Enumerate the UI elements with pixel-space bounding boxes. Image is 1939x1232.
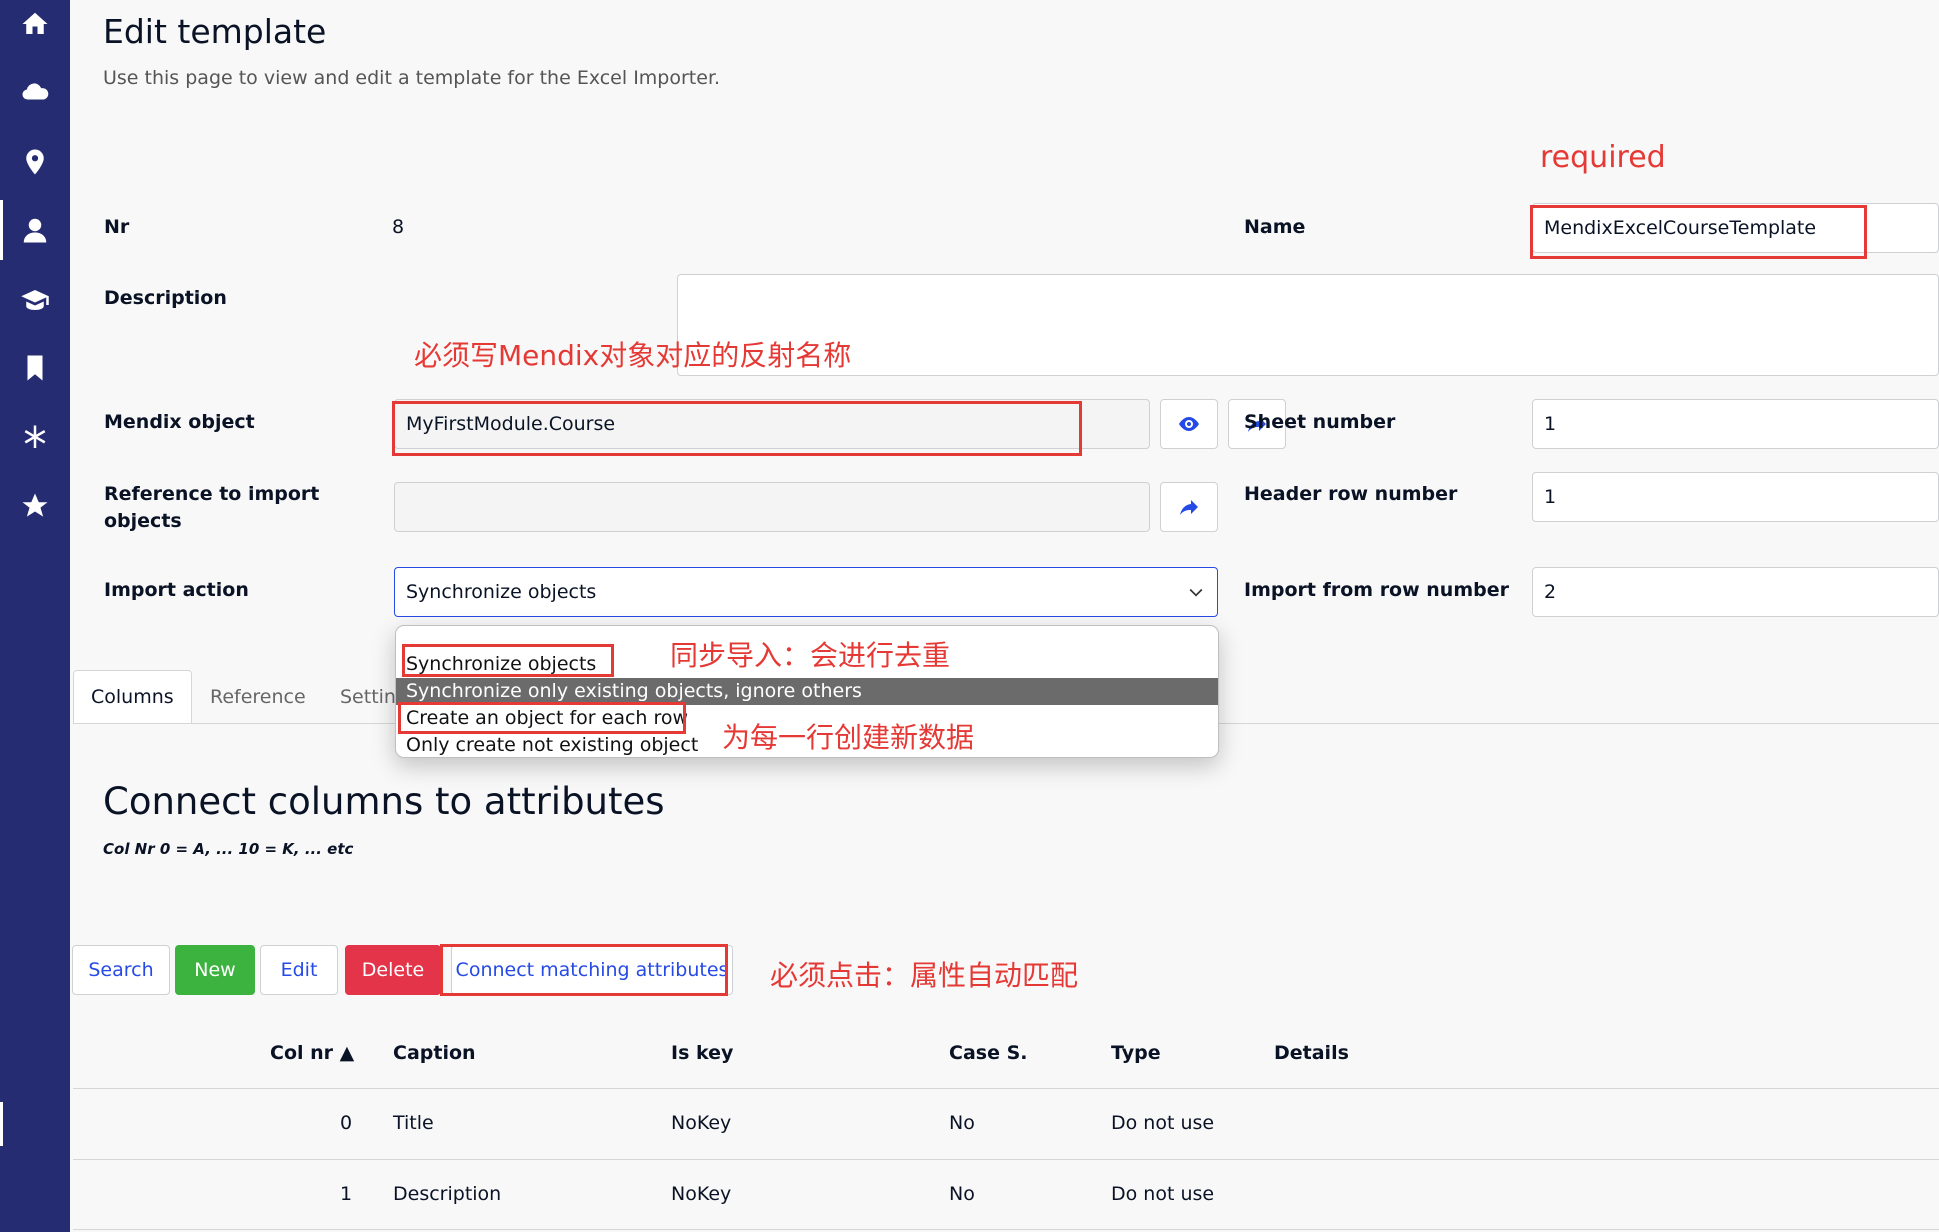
- new-button[interactable]: New: [175, 945, 255, 995]
- sidebar-item-cloud[interactable]: [0, 58, 70, 126]
- asterisk-icon: [24, 425, 46, 448]
- annotation-required: required: [1540, 140, 1666, 175]
- sidebar-item-user[interactable]: [0, 196, 70, 264]
- cell-case-s: No: [949, 1183, 975, 1205]
- header-row-input[interactable]: 1: [1532, 472, 1939, 522]
- page-title: Edit template: [103, 12, 327, 51]
- reference-input[interactable]: [394, 482, 1150, 532]
- row-divider: [73, 1229, 1939, 1230]
- column-header-case-s[interactable]: Case S.: [949, 1042, 1027, 1064]
- import-action-label: Import action: [104, 579, 249, 601]
- sheet-number-label: Sheet number: [1244, 411, 1396, 433]
- search-button[interactable]: Search: [72, 945, 170, 995]
- sidebar-item-bookmarks[interactable]: [0, 334, 70, 402]
- import-from-row-label: Import from row number: [1244, 579, 1509, 601]
- name-label: Name: [1244, 216, 1306, 238]
- import-action-select[interactable]: Synchronize objects: [394, 567, 1218, 617]
- sidebar-item-settings[interactable]: [0, 404, 70, 472]
- connect-matching-attributes-button[interactable]: Connect matching attributes: [451, 945, 733, 995]
- cell-type: Do not use: [1111, 1183, 1215, 1205]
- sidebar-item-courses[interactable]: [0, 266, 70, 334]
- user-icon: [23, 218, 47, 243]
- chevron-down-icon: [1189, 588, 1203, 597]
- sidebar-indicator: [0, 1102, 3, 1146]
- home-icon: [22, 12, 48, 34]
- annotation-reflection-name: 必须写Mendix对象对应的反射名称: [414, 339, 852, 372]
- header-row-label: Header row number: [1244, 483, 1458, 505]
- cell-col-nr: 1: [340, 1183, 353, 1205]
- annotation-sync-import: 同步导入：会进行去重: [670, 639, 951, 672]
- cell-type: Do not use: [1111, 1112, 1215, 1134]
- share-arrow-icon: [1180, 500, 1198, 515]
- column-header-caption[interactable]: Caption: [393, 1042, 476, 1064]
- nr-label: Nr: [104, 216, 130, 238]
- cell-is-key: NoKey: [671, 1183, 732, 1205]
- cell-caption: Description: [393, 1183, 502, 1205]
- eye-icon: [1179, 417, 1199, 431]
- dropdown-option-synchronize-existing[interactable]: Synchronize only existing objects, ignor…: [396, 678, 1218, 705]
- column-header-col-nr[interactable]: Col nr ▲: [270, 1042, 354, 1064]
- import-from-row-value: 2: [1544, 581, 1557, 603]
- sidebar: [0, 0, 70, 1232]
- select-reference-button[interactable]: [1160, 482, 1218, 532]
- bookmark-icon: [27, 355, 43, 381]
- tab-reference[interactable]: Reference: [210, 670, 306, 724]
- section-title: Connect columns to attributes: [103, 780, 665, 823]
- edit-button[interactable]: Edit: [260, 945, 338, 995]
- import-from-row-input[interactable]: 2: [1532, 567, 1939, 617]
- header-row-value: 1: [1544, 486, 1557, 508]
- import-action-value: Synchronize objects: [406, 581, 597, 603]
- reference-label: Reference to import objects: [104, 483, 320, 532]
- description-textarea[interactable]: [677, 274, 1939, 376]
- description-label: Description: [104, 287, 227, 309]
- sidebar-item-location[interactable]: [0, 128, 70, 196]
- tab-columns[interactable]: Columns: [73, 670, 192, 724]
- column-header-is-key[interactable]: Is key: [671, 1042, 733, 1064]
- main-content: Edit template Use this page to view and …: [70, 0, 1939, 1232]
- column-header-type[interactable]: Type: [1111, 1042, 1161, 1064]
- cell-case-s: No: [949, 1112, 975, 1134]
- page-subtitle: Use this page to view and edit a templat…: [103, 67, 721, 89]
- view-object-button[interactable]: [1160, 399, 1218, 449]
- mendix-object-value: MyFirstModule.Course: [406, 413, 616, 435]
- table-header-divider: [73, 1088, 1939, 1089]
- cell-caption: Title: [393, 1112, 434, 1134]
- name-input[interactable]: MendixExcelCourseTemplate: [1532, 203, 1939, 253]
- annotation-must-click: 必须点击：属性自动匹配: [770, 959, 1079, 992]
- sidebar-item-home[interactable]: [0, 0, 70, 58]
- name-input-value: MendixExcelCourseTemplate: [1544, 217, 1817, 239]
- tab-columns-label: Columns: [91, 686, 174, 708]
- sheet-number-value: 1: [1544, 413, 1557, 435]
- cell-is-key: NoKey: [671, 1112, 732, 1134]
- row-divider: [73, 1159, 1939, 1160]
- graduation-cap-icon: [21, 290, 49, 310]
- nr-value: 8: [392, 216, 405, 238]
- sheet-number-input[interactable]: 1: [1532, 399, 1939, 449]
- location-pin-icon: [26, 149, 44, 175]
- sidebar-item-favorites[interactable]: [0, 472, 70, 540]
- cloud-icon: [22, 83, 49, 100]
- tab-reference-label: Reference: [210, 686, 306, 708]
- annotation-new-each-row: 为每一行创建新数据: [722, 721, 975, 754]
- section-note: Col Nr 0 = A, ... 10 = K, ... etc: [103, 840, 354, 858]
- star-icon: [22, 493, 48, 517]
- column-header-details[interactable]: Details: [1274, 1042, 1349, 1064]
- mendix-object-input[interactable]: MyFirstModule.Course: [394, 399, 1150, 449]
- mendix-object-label: Mendix object: [104, 411, 255, 433]
- delete-button[interactable]: Delete: [345, 945, 441, 995]
- cell-col-nr: 0: [340, 1112, 353, 1134]
